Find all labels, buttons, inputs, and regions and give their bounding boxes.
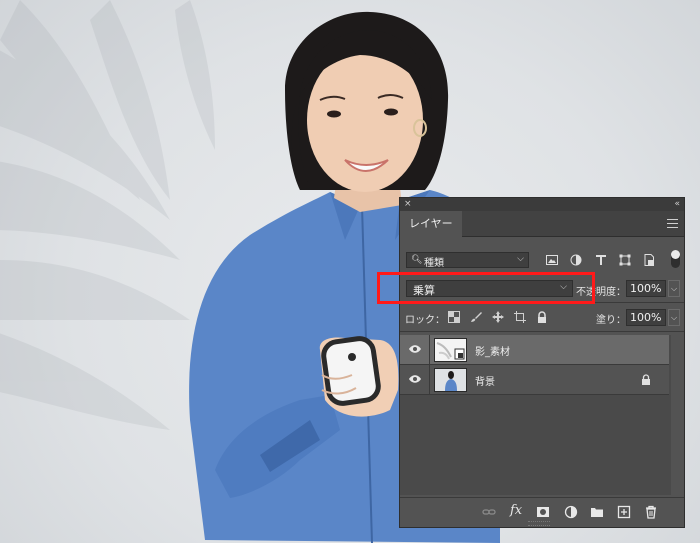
type-filter-icon[interactable] [595, 254, 607, 266]
panel-menu-icon[interactable] [667, 219, 678, 228]
lock-artboard-icon[interactable] [514, 311, 526, 323]
adjustment-filter-icon[interactable] [570, 254, 582, 266]
new-layer-icon[interactable] [617, 505, 631, 519]
resize-grip[interactable] [528, 521, 550, 526]
panel-tabbar: レイヤー [400, 211, 684, 237]
lock-position-icon[interactable] [492, 311, 504, 323]
lock-image-icon[interactable] [470, 311, 482, 323]
layer-style-icon[interactable]: fx [510, 503, 524, 518]
chevron-down-icon: ⌵ [517, 254, 524, 264]
layer-name[interactable]: 影_素材 [475, 343, 510, 358]
photo-thumbnail[interactable] [434, 368, 467, 392]
delete-layer-icon[interactable] [644, 505, 658, 519]
lock-label: ロック： [405, 315, 445, 326]
divider [429, 335, 430, 365]
new-group-icon[interactable] [590, 505, 604, 519]
layer-name[interactable]: 背景 [475, 373, 495, 388]
visibility-eye-icon[interactable] [408, 374, 422, 384]
blend-mode-highlight-box [377, 272, 595, 304]
filter-toggle[interactable] [671, 250, 680, 268]
layer-row-shadow[interactable]: 影_素材 [400, 335, 669, 365]
search-icon: 🔍︎ [411, 255, 423, 265]
lock-all-icon[interactable] [536, 311, 548, 323]
layers-scrollbar[interactable] [671, 335, 684, 495]
divider [400, 331, 684, 332]
pixel-filter-icon[interactable] [546, 254, 558, 266]
close-icon[interactable]: × [404, 198, 412, 211]
tab-layers[interactable]: レイヤー [400, 211, 462, 237]
lock-icon [642, 374, 650, 385]
new-adjustment-layer-icon[interactable] [564, 505, 578, 519]
smart-object-filter-icon[interactable] [643, 254, 655, 266]
panel-bottom-bar: fx [400, 497, 684, 527]
lock-transparent-icon[interactable] [448, 311, 460, 323]
add-mask-icon[interactable] [536, 505, 550, 519]
smart-object-thumbnail[interactable] [434, 338, 467, 362]
fill-field[interactable]: 100% [626, 309, 666, 326]
collapse-icon[interactable]: « [674, 198, 680, 211]
opacity-chevron-icon[interactable]: ⌵ [668, 280, 680, 297]
visibility-eye-icon[interactable] [408, 344, 422, 354]
panel-titlebar: × « [400, 198, 684, 211]
divider [429, 365, 430, 395]
fill-chevron-icon[interactable]: ⌵ [668, 309, 680, 326]
fill-label: 塗り： [596, 315, 626, 326]
link-layers-icon[interactable] [482, 505, 496, 519]
layer-row-background[interactable]: 背景 [400, 365, 669, 395]
opacity-field[interactable]: 100% [626, 280, 666, 297]
layers-panel: × « レイヤー 🔍︎ 種類 ⌵ 乗算 ⌵ 不透明度： 100% ⌵ ロック： … [399, 197, 685, 528]
shape-filter-icon[interactable] [619, 254, 631, 266]
layer-filter-select[interactable]: 🔍︎ 種類 ⌵ [406, 252, 529, 269]
layers-list: 影_素材 背景 [400, 335, 684, 495]
layer-filter-value: 種類 [424, 258, 444, 269]
